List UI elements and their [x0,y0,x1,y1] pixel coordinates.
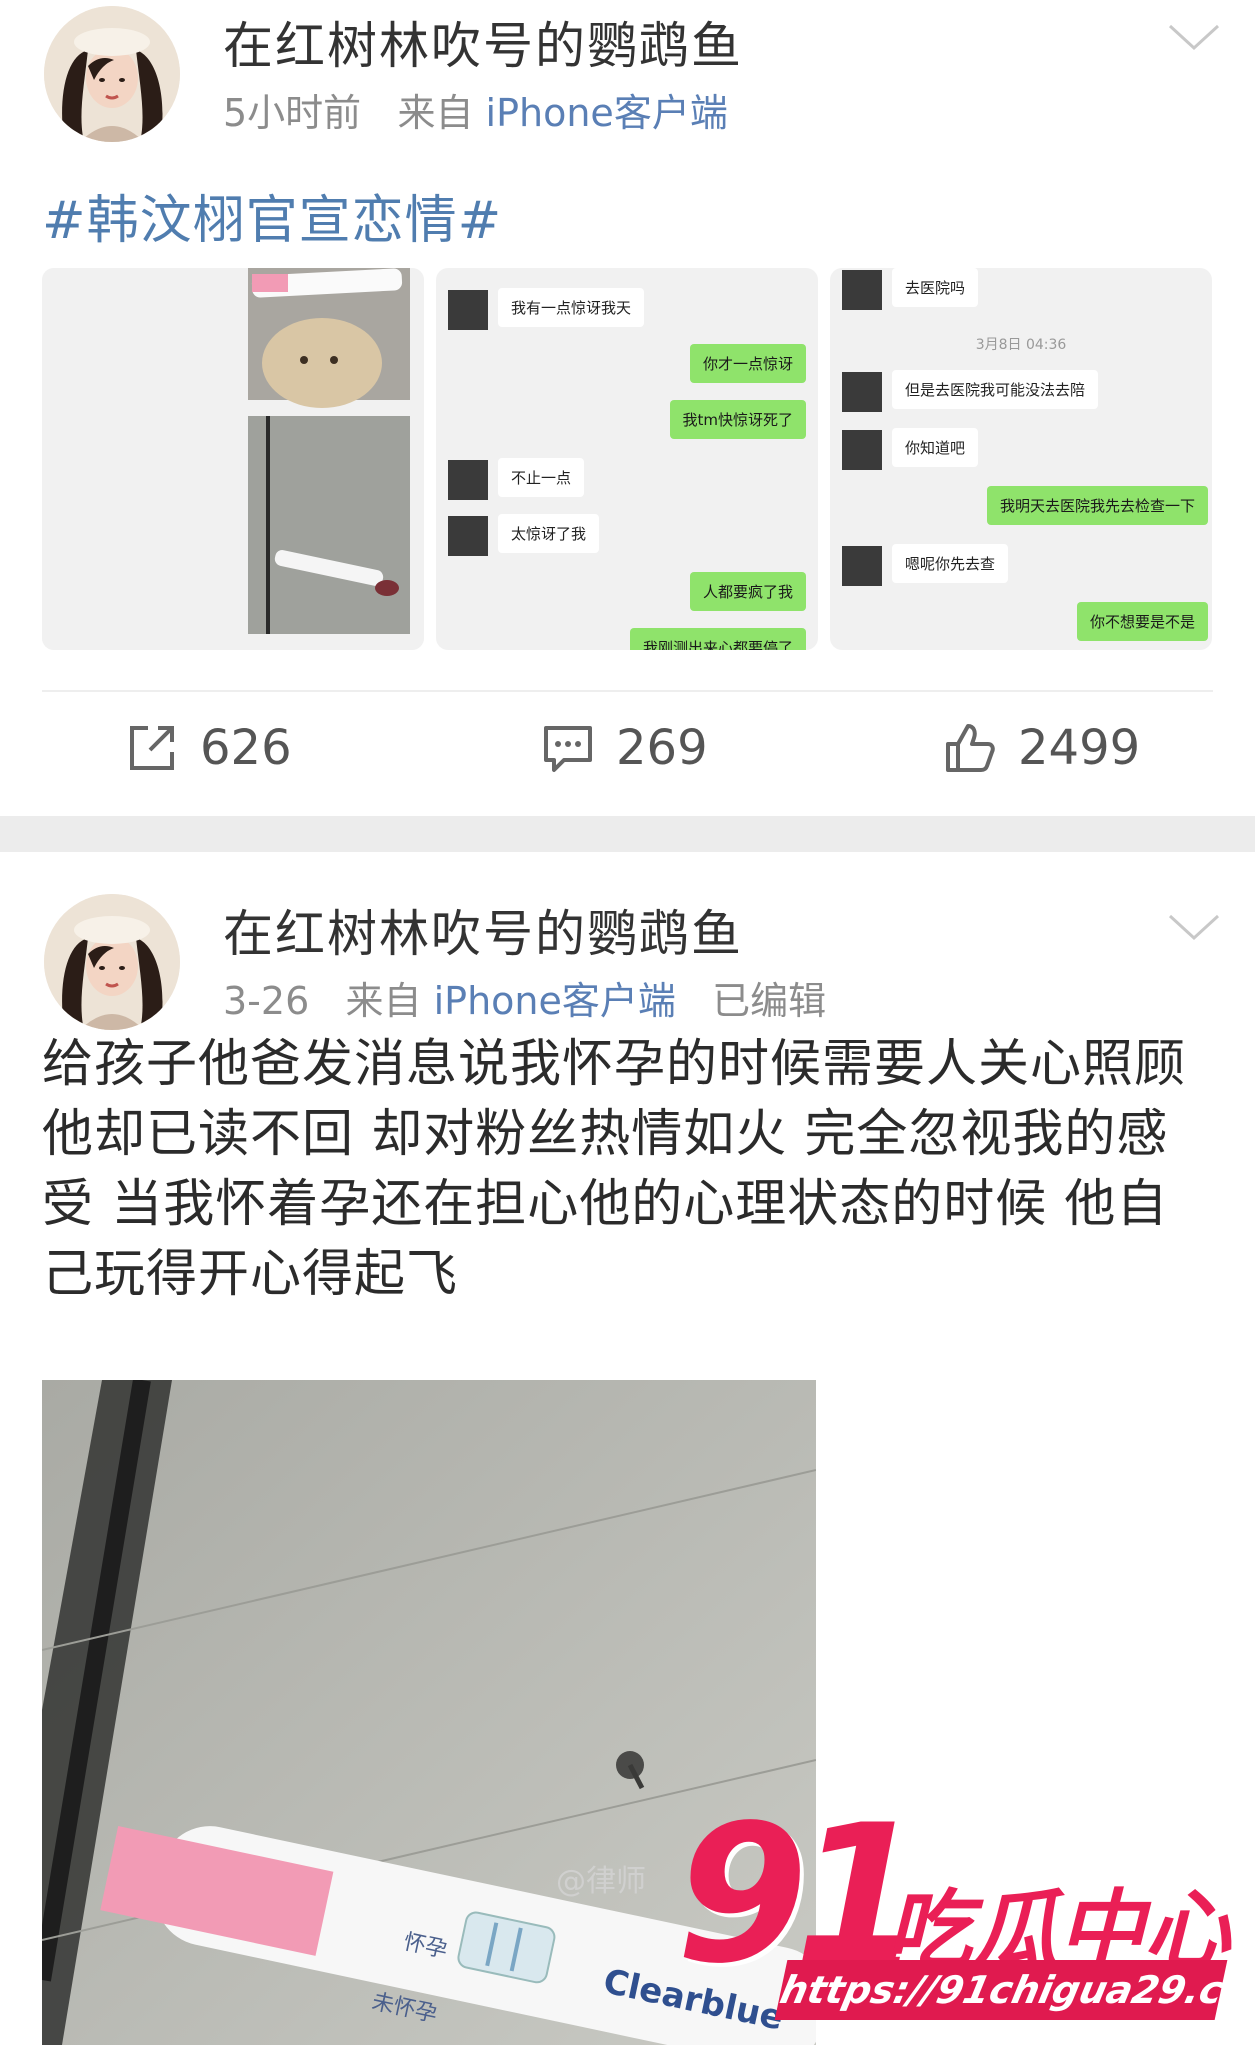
source-prefix: 来自 [397,91,474,135]
hashtag-link[interactable]: #韩汶栩官宣恋情# [42,178,502,253]
comment-icon [544,726,592,772]
repost-icon [130,726,174,770]
post-card-1: 在红树林吹号的鹦鹉鱼 5小时前 来自 iPhone客户端 #韩汶栩官宣恋情# 我… [0,0,1255,816]
chat-bubble: 我tm快惊讶死了 [669,400,806,439]
chat-avatar [842,270,882,310]
chat-bubble: 不止一点 [498,458,585,497]
chat-bubble: 你才一点惊讶 [689,344,806,383]
chat-timestamp: 3月8日 04:36 [975,337,1067,353]
chat-bubble: 太惊讶了我 [498,514,600,553]
weibo-watermark: @律师 [556,1864,646,1899]
chat-avatar [448,460,488,500]
chat-avatar [842,372,882,412]
edited-label: 已编辑 [712,979,827,1023]
action-bar: 626 269 2499 [0,720,1255,796]
post-meta: 3-26 来自 iPhone客户端 已编辑 [223,970,826,1025]
chat-bubble: 我刚测出来心都要停了 [629,628,806,650]
chat-bubble: 你不想要是不是 [1076,602,1208,641]
source-client: iPhone客户端 [433,979,676,1023]
site-logo: 91 吃瓜中心 https://91chigua29.com [676,1800,1255,2030]
comment-count: 269 [616,720,708,776]
post-meta: 5小时前 来自 iPhone客户端 [223,82,728,137]
avatar-illustration-icon [44,6,180,142]
thumbs-up-icon [946,724,995,772]
thumbnail-photo-1[interactable] [42,268,424,650]
chat-avatar [842,430,882,470]
repost-count: 626 [200,720,292,776]
chevron-down-icon[interactable] [1167,22,1221,52]
post-time: 5小时前 [223,91,362,135]
thumbnail-chat-1[interactable]: 我有一点惊讶我天 你才一点惊讶 我tm快惊讶死了 不止一点 太惊讶了我 人都要疯… [436,268,818,650]
chat-bubble: 但是去医院我可能没法去陪 [892,370,1099,409]
chat-bubble: 我明天去医院我先去检查一下 [986,486,1208,525]
comment-button[interactable]: 269 [542,720,708,776]
post-time: 3-26 [223,979,310,1023]
like-button[interactable]: 2499 [944,720,1140,776]
username[interactable]: 在红树林吹号的鹦鹉鱼 [223,6,743,78]
source-client: iPhone客户端 [485,91,728,135]
avatar[interactable] [44,894,180,1030]
divider [42,690,1213,692]
chat-bubble: 我有一点惊讶我天 [498,288,645,327]
repost-button[interactable]: 626 [126,720,292,776]
chat-avatar [448,290,488,330]
post-text: 给孩子他爸发消息说我怀孕的时候需要人关心照顾他却已读不回 却对粉丝热情如火 完全… [42,1035,1187,1304]
chevron-down-icon[interactable] [1167,912,1221,942]
chat-avatar [448,516,488,556]
chat-bubble: 嗯呢你先去查 [892,544,1009,583]
chat-avatar [842,546,882,586]
thumbnail-chat-2[interactable]: 去医院吗 3月8日 04:36 但是去医院我可能没法去陪 你知道吧 我明天去医院… [830,268,1212,650]
source-prefix: 来自 [345,979,422,1023]
chat-bubble: 去医院吗 [892,268,979,307]
pregnancy-test-photo-icon [42,268,424,650]
avatar[interactable] [44,6,180,142]
chat-bubble: 你知道吧 [892,428,979,467]
chat-bubble: 人都要疯了我 [689,572,806,611]
logo-url: https://91chigua29.com [774,1960,1255,2020]
username[interactable]: 在红树林吹号的鹦鹉鱼 [223,894,743,966]
feed-separator [0,816,1255,852]
avatar-illustration-icon [44,894,180,1030]
like-count: 2499 [1018,720,1141,776]
